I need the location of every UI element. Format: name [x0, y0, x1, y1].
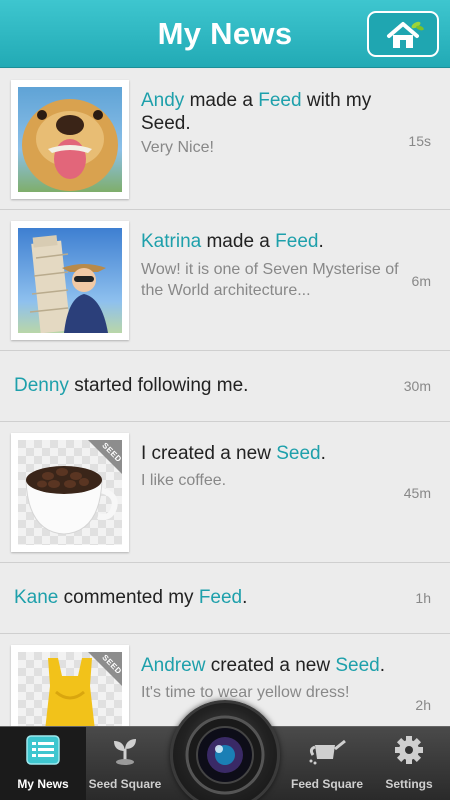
- timestamp: 30m: [403, 378, 431, 394]
- feed-thumbnail[interactable]: [11, 221, 129, 340]
- list-item[interactable]: SEED I created a new Seed. I like coffee…: [0, 422, 450, 563]
- camera-lens-icon: [185, 715, 265, 795]
- feed-headline: Katrina made a Feed.: [141, 231, 324, 252]
- news-list-icon: [26, 735, 60, 765]
- feed-headline: Kane commented my Feed.: [14, 587, 248, 608]
- tab-my-news[interactable]: My News: [0, 727, 86, 800]
- seed-link[interactable]: Seed: [276, 443, 320, 464]
- feed-link[interactable]: Feed: [275, 231, 318, 252]
- seed-badge: SEED: [88, 440, 122, 474]
- feed-headline: Denny started following me.: [14, 375, 249, 396]
- user-link[interactable]: Andy: [141, 90, 184, 111]
- sprout-icon: [114, 739, 136, 765]
- tab-feed-square[interactable]: Feed Square: [286, 727, 368, 800]
- tab-seed-square[interactable]: Seed Square: [86, 727, 164, 800]
- list-item[interactable]: Kane commented my Feed. 1h: [0, 563, 450, 634]
- feed-description: Very Nice!: [141, 139, 214, 156]
- feed-link[interactable]: Feed: [258, 90, 301, 111]
- seed-link[interactable]: Seed: [335, 655, 379, 676]
- timestamp: 15s: [408, 133, 431, 149]
- list-item[interactable]: Andy made a Feed with my Seed. Very Nice…: [0, 69, 450, 210]
- tab-settings[interactable]: Settings: [368, 727, 450, 800]
- feed-description: It's time to wear yellow dress!: [141, 684, 350, 701]
- user-link[interactable]: Kane: [14, 587, 58, 608]
- timestamp: 45m: [403, 485, 431, 501]
- camera-button[interactable]: [170, 700, 280, 800]
- feed-description: I like coffee.: [141, 472, 227, 489]
- dog-photo: [22, 99, 118, 191]
- list-item[interactable]: Katrina made a Feed. Wow! it is one of S…: [0, 210, 450, 351]
- feed-headline: I created a new Seed.: [141, 443, 326, 464]
- feed-link[interactable]: Feed: [199, 587, 242, 608]
- gear-icon: [395, 736, 423, 764]
- feed-description: Wow! it is one of Seven Mysterise of the…: [141, 261, 399, 299]
- feed-thumbnail[interactable]: [11, 80, 129, 199]
- tower-photo: [29, 235, 108, 333]
- home-button[interactable]: [367, 11, 439, 57]
- seed-thumbnail[interactable]: SEED: [11, 433, 129, 552]
- user-link[interactable]: Andrew: [141, 655, 205, 676]
- news-feed: Andy made a Feed with my Seed. Very Nice…: [0, 69, 450, 775]
- timestamp: 6m: [411, 273, 431, 289]
- home-icon: [387, 21, 424, 48]
- feed-headline: Andrew created a new Seed.: [141, 655, 385, 676]
- app-header: My News: [0, 0, 450, 68]
- user-link[interactable]: Denny: [14, 375, 69, 396]
- user-link[interactable]: Katrina: [141, 231, 201, 252]
- feed-headline: Andy made a Feed with my Seed.: [141, 90, 372, 134]
- watering-can-icon: [309, 739, 346, 765]
- timestamp: 1h: [415, 590, 431, 606]
- seed-badge: SEED: [88, 652, 122, 686]
- list-item[interactable]: Denny started following me. 30m: [0, 351, 450, 422]
- timestamp: 2h: [415, 697, 431, 713]
